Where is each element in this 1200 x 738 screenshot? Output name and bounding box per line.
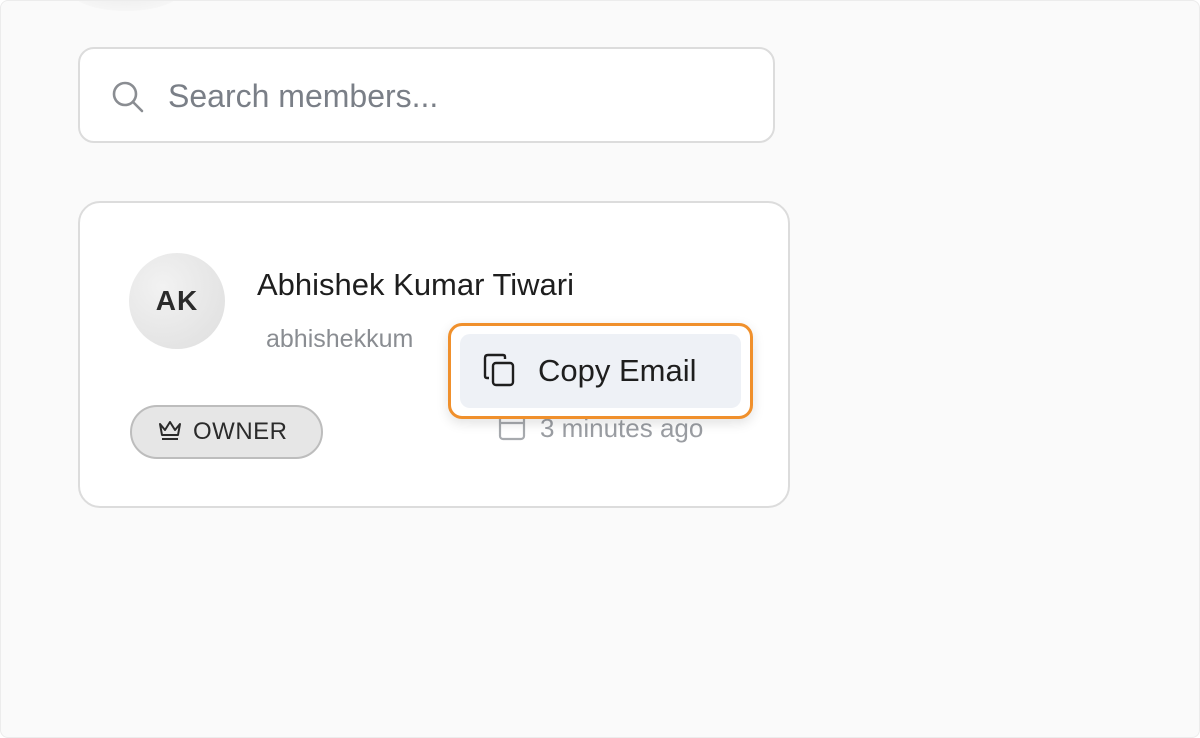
role-badge: OWNER xyxy=(130,405,323,459)
copy-email-button[interactable]: Copy Email xyxy=(460,334,741,408)
members-panel: AK Abhishek Kumar Tiwari abhishekkum OWN… xyxy=(0,0,1200,738)
search-box[interactable] xyxy=(78,47,775,143)
avatar-initials: AK xyxy=(155,285,199,316)
decorative-shadow xyxy=(71,1,181,11)
avatar: AK xyxy=(129,253,225,349)
member-email[interactable]: abhishekkum xyxy=(266,325,452,354)
copy-email-label: Copy Email xyxy=(538,353,697,388)
crown-icon xyxy=(157,419,183,446)
member-name: Abhishek Kumar Tiwari xyxy=(257,267,575,302)
context-menu: Copy Email xyxy=(448,323,753,419)
search-icon xyxy=(110,79,146,115)
copy-icon xyxy=(482,352,518,391)
search-input[interactable] xyxy=(168,69,748,123)
role-label: OWNER xyxy=(193,418,288,445)
